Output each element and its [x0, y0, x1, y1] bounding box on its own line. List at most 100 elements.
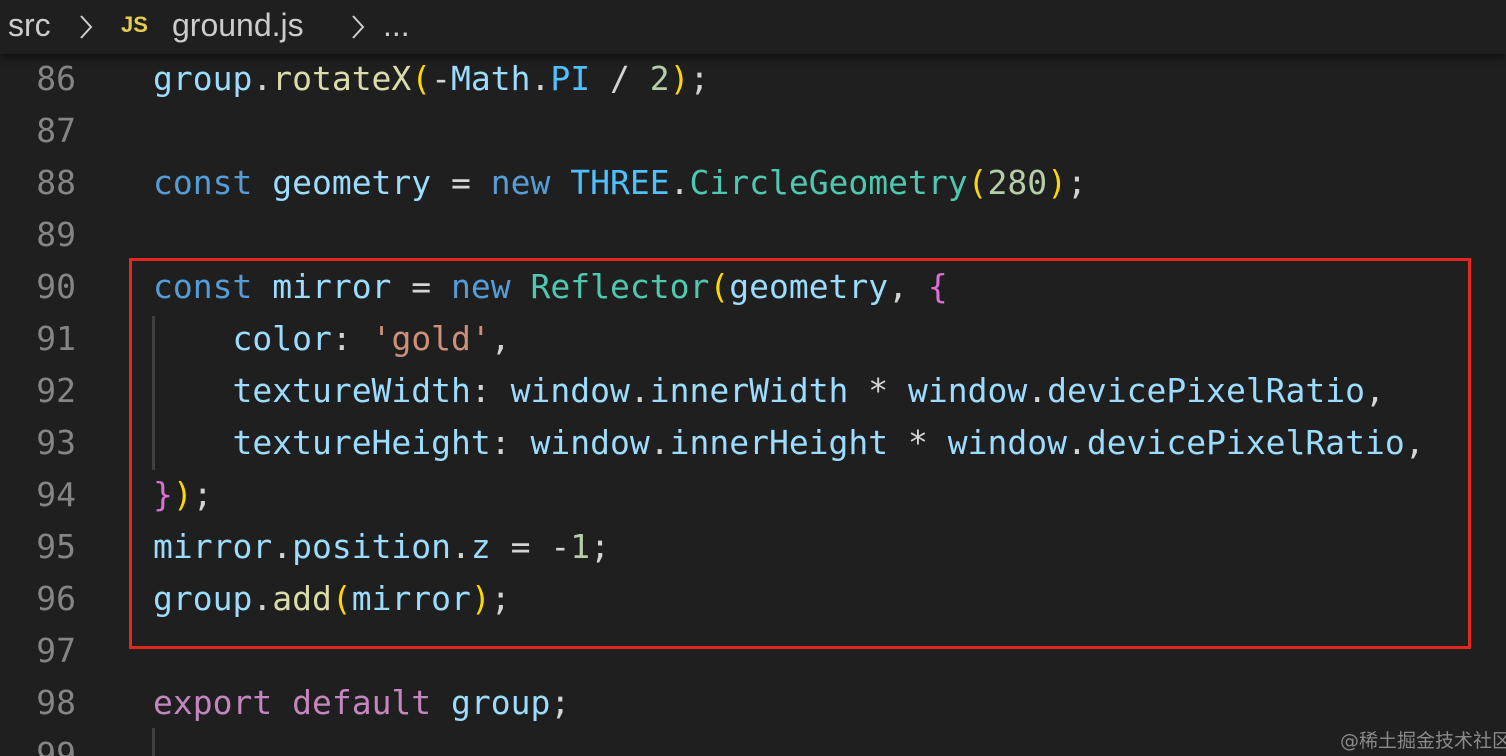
code-token: default: [292, 683, 432, 722]
code-token: CircleGeometry: [689, 163, 968, 202]
code-line[interactable]: 89: [0, 210, 1506, 262]
code-token: :: [490, 423, 531, 462]
code-token: window: [947, 423, 1067, 462]
code-text[interactable]: });: [153, 475, 213, 515]
code-line[interactable]: 93 textureHeight: window.innerHeight * w…: [0, 418, 1506, 470]
code-text[interactable]: export default group;: [153, 683, 570, 723]
code-token: *: [848, 371, 909, 410]
code-token: group: [451, 683, 551, 722]
code-token: ,: [888, 267, 928, 306]
code-line[interactable]: 98 export default group;: [0, 678, 1506, 730]
line-number: 95: [36, 527, 76, 566]
code-token: 2: [649, 59, 670, 98]
code-token: 'gold': [371, 319, 491, 358]
breadcrumb-folder-src[interactable]: src: [8, 5, 51, 45]
line-number: 98: [36, 683, 76, 722]
line-number: 86: [36, 59, 76, 98]
code-token: PI: [550, 59, 591, 98]
code-token: mirror: [153, 527, 273, 566]
code-line[interactable]: 90 const mirror = new Reflector(geometry,…: [0, 262, 1506, 314]
code-token: add: [272, 579, 332, 618]
code-token: ): [172, 475, 193, 514]
code-text[interactable]: textureWidth: window.innerWidth * window…: [153, 371, 1384, 411]
line-number: 94: [36, 475, 76, 514]
code-token: (: [709, 267, 730, 306]
code-text[interactable]: mirror.position.z = -1;: [153, 527, 610, 567]
chevron-right-icon: [350, 12, 366, 49]
code-line[interactable]: 92 textureWidth: window.innerWidth * win…: [0, 366, 1506, 418]
code-token: ;: [689, 59, 710, 98]
code-token: window: [908, 371, 1028, 410]
code-token: =: [490, 527, 551, 566]
code-token: .: [451, 527, 471, 566]
code-token: window: [510, 371, 630, 410]
code-token: THREE: [570, 163, 670, 202]
code-token: textureHeight: [232, 423, 491, 462]
code-area[interactable]: 86 group.rotateX(-Math.PI / 2); 87 88 const …: [0, 54, 1506, 756]
code-token: .: [1066, 423, 1087, 462]
code-token: .: [649, 423, 670, 462]
line-number: 99: [36, 735, 76, 756]
line-number: 93: [36, 423, 76, 462]
breadcrumb-file-ground-js[interactable]: ground.js: [172, 5, 304, 45]
code-token: ): [669, 59, 690, 98]
code-token: rotateX: [272, 59, 412, 98]
code-token: ,: [490, 319, 511, 358]
code-text[interactable]: const mirror = new Reflector(geometry, {: [153, 267, 948, 307]
code-token: {: [927, 267, 948, 306]
code-line[interactable]: 99: [0, 730, 1506, 756]
code-token: 1: [570, 527, 591, 566]
code-text[interactable]: group.add(mirror);: [153, 579, 511, 619]
code-token: .: [252, 59, 273, 98]
code-line[interactable]: 95 mirror.position.z = -1;: [0, 522, 1506, 574]
code-line[interactable]: 94});: [0, 470, 1506, 522]
code-token: window: [530, 423, 650, 462]
code-token: new: [451, 267, 511, 306]
code-line[interactable]: 96 group.add(mirror);: [0, 574, 1506, 626]
code-token: ,: [1404, 423, 1425, 462]
code-token: (: [411, 59, 432, 98]
code-token: ): [1047, 163, 1067, 202]
code-line[interactable]: 91 color: 'gold',: [0, 314, 1506, 366]
code-editor[interactable]: src JS ground.js ... 86 group.rotateX(-Ma…: [0, 0, 1506, 756]
code-token: textureWidth: [232, 371, 471, 410]
code-text[interactable]: const geometry = new THREE.CircleGeometr…: [153, 163, 1087, 203]
code-line[interactable]: 97: [0, 626, 1506, 678]
code-token: devicePixelRatio: [1086, 423, 1405, 462]
line-number: 91: [36, 319, 76, 358]
code-text[interactable]: color: 'gold',: [153, 319, 511, 359]
code-token: *: [888, 423, 948, 462]
code-token: ): [470, 579, 491, 618]
code-token: geometry: [729, 267, 889, 306]
code-token: innerWidth: [649, 371, 849, 410]
indent-guide: [152, 728, 155, 756]
code-token: ;: [1067, 163, 1087, 202]
code-line[interactable]: 88 const geometry = new THREE.CircleGeome…: [0, 158, 1506, 210]
code-token: z: [470, 527, 491, 566]
code-token: mirror: [272, 267, 392, 306]
code-token: const: [153, 267, 253, 306]
code-token: .: [629, 371, 650, 410]
code-text[interactable]: textureHeight: window.innerHeight * wind…: [153, 423, 1425, 463]
code-token: geometry: [272, 163, 432, 202]
code-text[interactable]: group.rotateX(-Math.PI / 2);: [153, 59, 709, 99]
code-token: .: [1027, 371, 1048, 410]
code-token: new: [490, 163, 551, 202]
line-number: 90: [36, 267, 76, 306]
code-line[interactable]: 86 group.rotateX(-Math.PI / 2);: [0, 54, 1506, 106]
code-token: :: [470, 371, 511, 410]
code-token: }: [153, 475, 173, 514]
code-line[interactable]: 87: [0, 106, 1506, 158]
code-token: (: [967, 163, 988, 202]
code-token: -: [550, 527, 571, 566]
code-token: .: [252, 579, 273, 618]
line-number: 97: [36, 631, 76, 670]
code-token: 280: [987, 163, 1048, 202]
breadcrumb-symbol-more[interactable]: ...: [383, 5, 410, 45]
code-token: Reflector: [530, 267, 710, 306]
